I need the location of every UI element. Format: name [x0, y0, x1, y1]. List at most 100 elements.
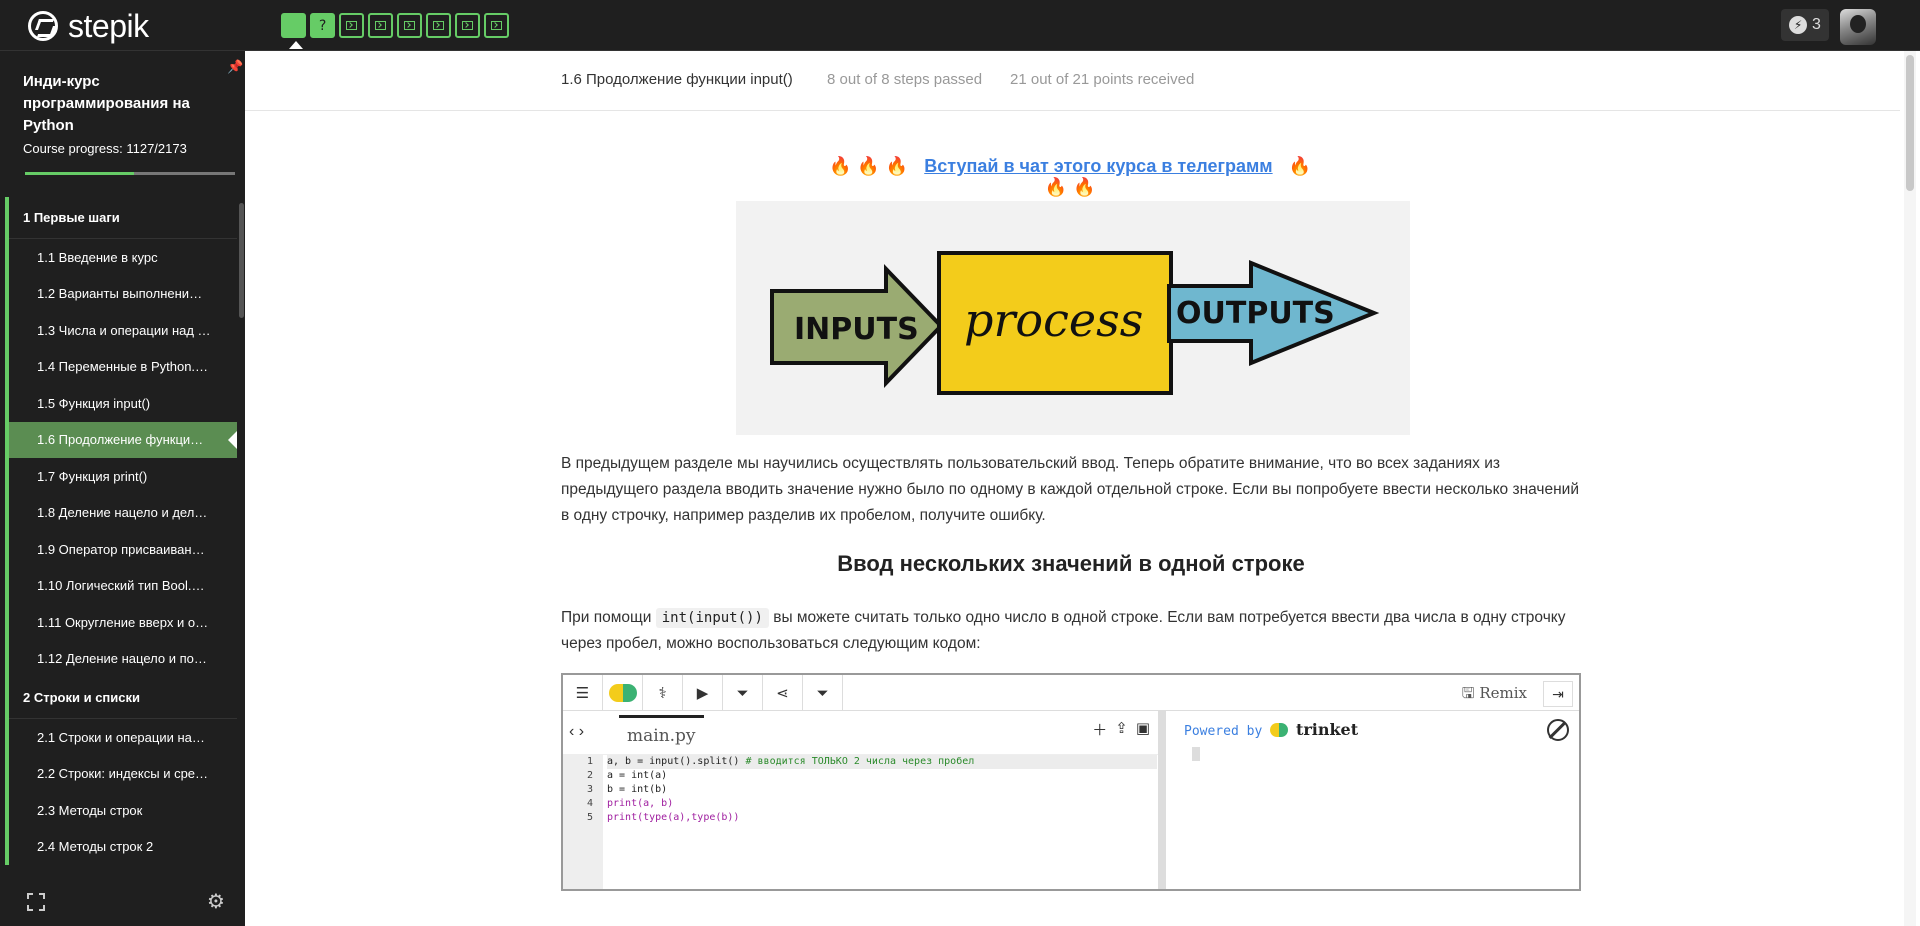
- trinket-brand: trinket: [1295, 720, 1359, 739]
- course-progress-bar: [25, 172, 235, 175]
- terminal-icon: [404, 21, 415, 30]
- console-cursor: [1192, 747, 1200, 761]
- trinket-toolbar: ☰ ⚕ ▶ ⏷ ⋖ ⏷ 🖫 Remix ⇥: [563, 675, 1579, 711]
- sidebar-footer: ⚙: [5, 881, 245, 926]
- sidebar-lesson-item[interactable]: 1.5 Функция input(): [9, 385, 237, 422]
- line-number: 2: [586, 770, 593, 781]
- fire-icon: 🔥: [1044, 177, 1067, 197]
- inputs-process-outputs-image: INPUTS process OUTPUTS: [736, 201, 1410, 435]
- sidebar-lesson-item[interactable]: 2.3 Методы строк: [9, 792, 237, 829]
- run-icon[interactable]: ▶: [683, 675, 723, 711]
- step-6-code[interactable]: [426, 13, 451, 38]
- step-8-code[interactable]: [484, 13, 509, 38]
- inputs-label: INPUTS: [794, 312, 919, 347]
- process-label: process: [964, 293, 1143, 347]
- line-number: 1: [586, 756, 593, 767]
- course-title[interactable]: Инди-курс программирования на Python: [23, 71, 218, 137]
- sidebar-lesson-item[interactable]: 1.8 Деление нацело и дел…: [9, 495, 237, 532]
- bolt-icon: ⚡: [1789, 16, 1808, 34]
- code-editor[interactable]: ‹ › main.py ＋ ⇪ ▣ 1 2 3 4 5 a, b = input().s…: [563, 711, 1166, 889]
- line-number: 5: [586, 812, 593, 823]
- step-5-code[interactable]: [397, 13, 422, 38]
- lesson-title: 1.6 Продолжение функции input(): [561, 71, 793, 88]
- powered-by-label: Powered by: [1184, 724, 1263, 739]
- step-2-quiz[interactable]: ?: [310, 13, 335, 38]
- python-icon[interactable]: ⚕: [643, 675, 683, 711]
- file-tab-main[interactable]: main.py: [619, 715, 704, 755]
- points-received: 21 out of 21 points received: [1010, 71, 1195, 88]
- gear-icon[interactable]: ⚙: [205, 891, 227, 913]
- fire-icon: 🔥: [828, 156, 852, 176]
- sidebar-lesson-item[interactable]: 2.2 Строки: индексы и сре…: [9, 756, 237, 793]
- outputs-label: OUTPUTS: [1176, 296, 1335, 331]
- sidebar-scrollbar[interactable]: [239, 203, 244, 318]
- image-icon[interactable]: ▣: [1136, 719, 1150, 740]
- sidebar-lesson-item[interactable]: 1.2 Варианты выполнени…: [9, 276, 237, 313]
- share-icon[interactable]: ⋖: [763, 675, 803, 711]
- terminal-icon: [433, 21, 444, 30]
- stepik-logo[interactable]: stepik: [28, 7, 149, 44]
- powered-by[interactable]: Powered by trinket: [1184, 720, 1358, 739]
- terminal-icon: [462, 21, 473, 30]
- code-line: a, b = input().split() # вводится ТОЛЬКО…: [607, 755, 1157, 769]
- telegram-link[interactable]: Вступай в чат этого курса в телеграмм: [924, 156, 1272, 176]
- sidebar-lesson-item[interactable]: 1.7 Функция print(): [9, 458, 237, 495]
- question-icon: ?: [318, 17, 327, 34]
- telegram-banner: 🔥 🔥 🔥 Вступай в чат этого курса в телеграм…: [820, 156, 1320, 198]
- sidebar-lesson-item[interactable]: 1.12 Деление нацело и по…: [9, 641, 237, 678]
- energy-count: 3: [1812, 16, 1821, 33]
- code-lines[interactable]: a, b = input().split() # вводится ТОЛЬКО…: [607, 755, 1157, 825]
- step-7-code[interactable]: [455, 13, 480, 38]
- code-line: b = int(b): [607, 783, 1157, 797]
- line-numbers: 1 2 3 4 5: [563, 755, 603, 889]
- sidebar-lesson-item[interactable]: 1.6 Продолжение функци…: [9, 421, 237, 458]
- code-text: a, b = input().split(): [607, 756, 746, 767]
- sidebar-lesson-item[interactable]: 1.3 Числа и операции над …: [9, 312, 237, 349]
- menu-icon[interactable]: ☰: [563, 675, 603, 711]
- step-3-code[interactable]: [339, 13, 364, 38]
- sidebar-lesson-item[interactable]: 2.1 Строки и операции на…: [9, 719, 237, 756]
- clear-output-icon[interactable]: [1547, 719, 1569, 741]
- fire-icon: 🔥: [857, 156, 880, 176]
- sidebar-lesson-item[interactable]: 1.1 Введение в курс: [9, 239, 237, 276]
- lesson-content: 1.6 Продолжение функции input() 8 out of…: [245, 51, 1916, 926]
- lesson-header: 1.6 Продолжение функции input() 8 out of…: [245, 51, 1900, 111]
- intro-paragraph: В предыдущем разделе мы научились осущес…: [561, 455, 1579, 524]
- terminal-icon: [346, 21, 357, 30]
- fire-icon: 🔥: [1073, 177, 1096, 197]
- course-progress-value: 1127/2173: [126, 141, 187, 156]
- remix-button[interactable]: 🖫 Remix: [1462, 683, 1527, 708]
- energy-badge[interactable]: ⚡ 3: [1781, 9, 1829, 41]
- sidebar-lesson-item[interactable]: 1.9 Оператор присваиван…: [9, 531, 237, 568]
- sidebar-lesson-item[interactable]: 2.4 Методы строк 2: [9, 829, 237, 866]
- user-avatar[interactable]: [1840, 9, 1876, 45]
- login-icon[interactable]: ⇥: [1543, 681, 1573, 707]
- top-bar: stepik ? ⚡ 3: [0, 0, 1920, 51]
- course-sidebar: 📌 Инди-курс программирования на Python C…: [0, 51, 245, 926]
- sidebar-lesson-item[interactable]: 1.10 Логический тип Bool.…: [9, 568, 237, 605]
- file-nav-arrows[interactable]: ‹ ›: [569, 723, 584, 741]
- step-4-code[interactable]: [368, 13, 393, 38]
- add-file-icon[interactable]: ＋: [1092, 719, 1107, 740]
- chevron-down-icon[interactable]: ⏷: [723, 675, 763, 711]
- trinket-logo-icon: [1270, 723, 1289, 737]
- course-progress-fill: [25, 172, 134, 175]
- inline-code: int(input()): [655, 608, 769, 628]
- page-scrollbar-thumb[interactable]: [1906, 55, 1914, 191]
- step-1-text[interactable]: [281, 13, 306, 49]
- sidebar-section-1[interactable]: 1 Первые шаги: [9, 197, 237, 239]
- pin-icon[interactable]: 📌: [227, 59, 243, 75]
- python-version-icon[interactable]: [603, 675, 643, 711]
- code-line: print(type(a),type(b)): [607, 811, 1157, 825]
- fullscreen-icon[interactable]: [27, 893, 45, 911]
- upload-icon[interactable]: ⇪: [1115, 719, 1128, 740]
- chevron-down-icon[interactable]: ⏷: [803, 675, 843, 711]
- step-navigation: ?: [281, 13, 509, 49]
- logo-text: stepik: [68, 7, 149, 44]
- line-number: 4: [586, 798, 593, 809]
- sidebar-section-2[interactable]: 2 Строки и списки: [9, 677, 237, 719]
- sidebar-lesson-item[interactable]: 1.4 Переменные в Python.…: [9, 349, 237, 386]
- course-progress-label: Course progress:: [23, 141, 123, 156]
- sidebar-lesson-item[interactable]: 1.11 Округление вверх и о…: [9, 604, 237, 641]
- output-console[interactable]: Powered by trinket: [1174, 711, 1579, 889]
